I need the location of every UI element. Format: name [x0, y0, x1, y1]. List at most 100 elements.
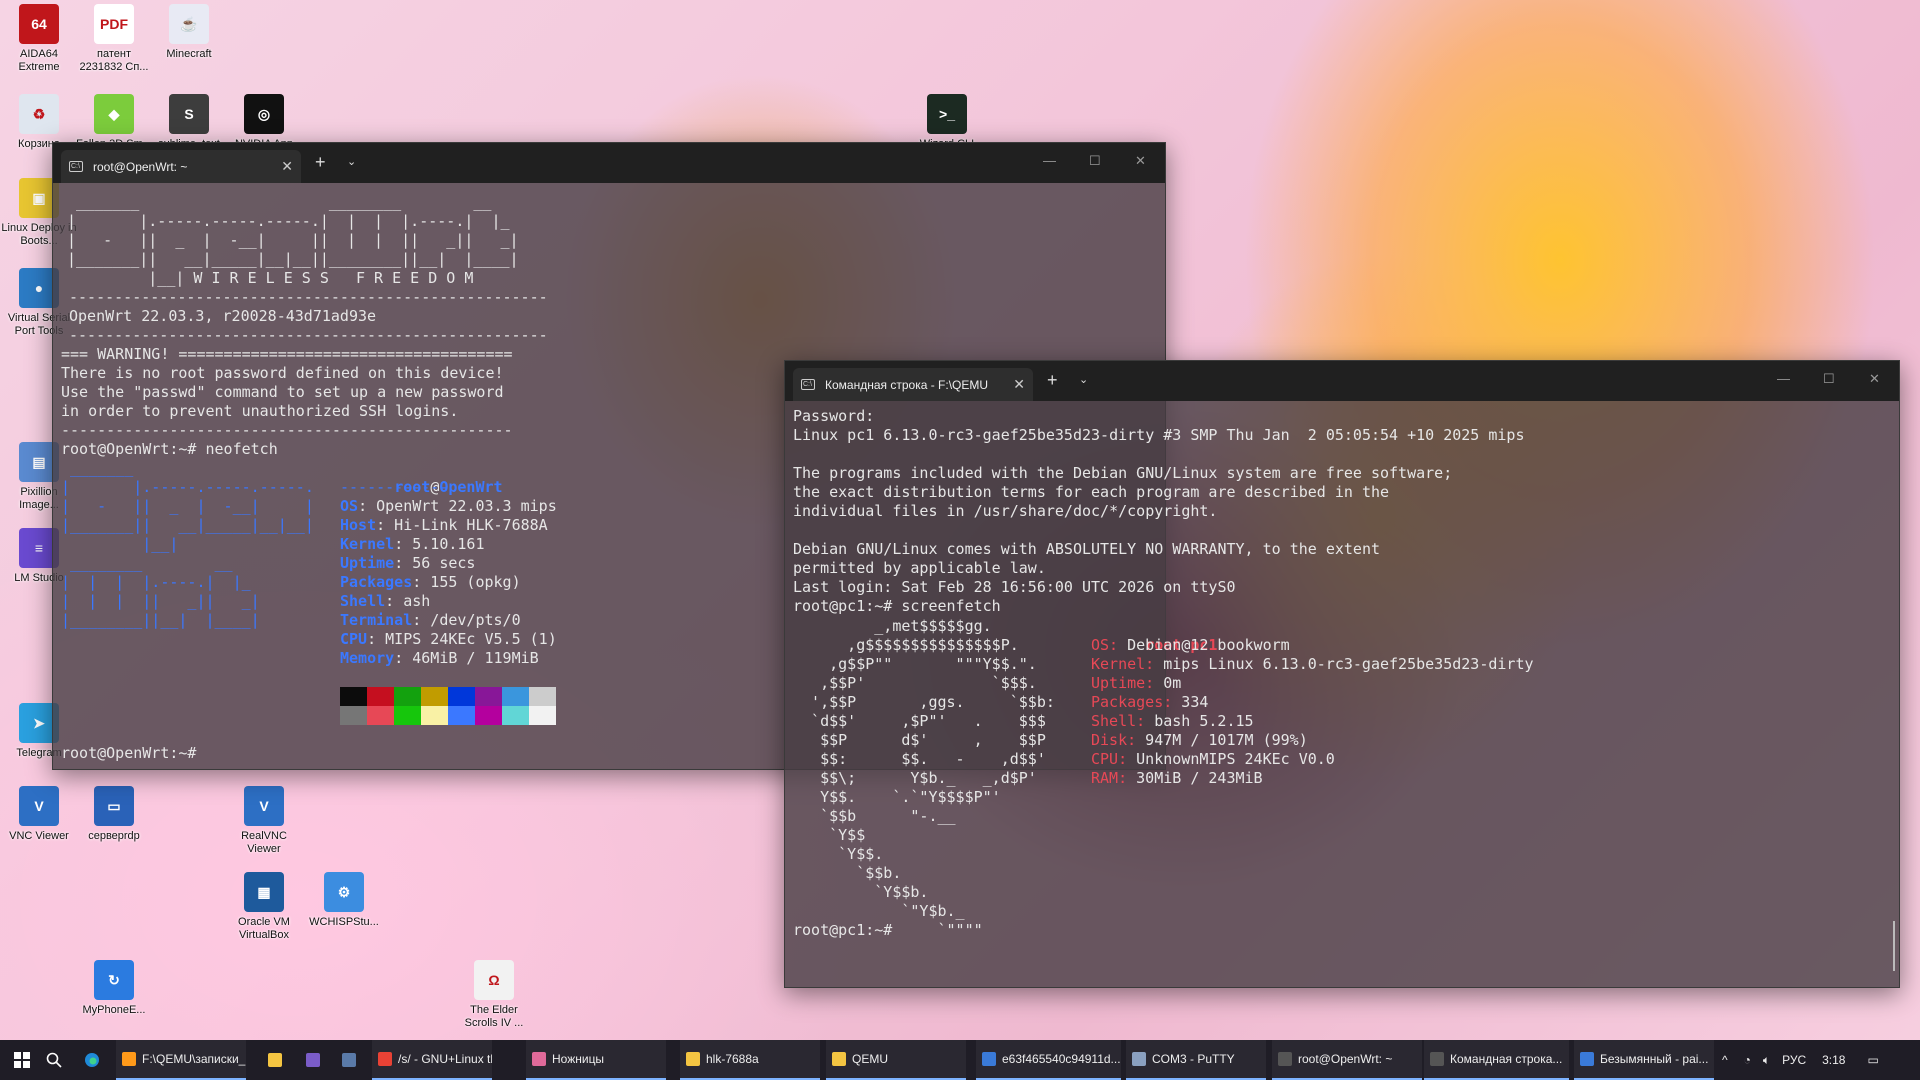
taskbar-item[interactable]: Командная строка... — [1424, 1040, 1569, 1080]
language-indicator[interactable]: РУС — [1782, 1053, 1806, 1067]
taskbar-item[interactable]: Ножницы — [526, 1040, 666, 1080]
desktop-icon[interactable]: V VNC Viewer — [0, 786, 78, 843]
desktop-icon[interactable]: ☕ Minecraft — [150, 4, 228, 61]
banner-line: | - || _ | -__| || | | || _|| _| — [67, 231, 519, 249]
neofetch-host: OpenWrt — [439, 478, 503, 496]
info-value: 30MiB / 243MiB — [1127, 769, 1263, 787]
color-swatch — [340, 687, 367, 706]
banner-line: _______ ________ __ — [67, 193, 492, 211]
output-line: the exact distribution terms for each pr… — [793, 483, 1390, 501]
taskbar-item[interactable] — [300, 1040, 326, 1080]
logo-line: |_______|| __|_____|__|__| — [61, 516, 314, 534]
logo-line: | | | || _|| _| — [61, 592, 260, 610]
desktop-icon[interactable]: V RealVNC Viewer — [225, 786, 303, 856]
taskbar-item-label: /s/ - GNU+Linux th... — [398, 1052, 492, 1066]
taskbar-item[interactable]: e63f465540c94911d... — [976, 1040, 1121, 1080]
windows-start-icon[interactable] — [14, 1052, 30, 1068]
notifications-icon[interactable]: ▭ — [1867, 1053, 1878, 1067]
desktop-icon[interactable]: 64 AIDA64 Extreme — [0, 4, 78, 74]
info-row: Memory: 46MiB / 119MiB — [340, 649, 557, 668]
desktop-icon[interactable]: ▦ Oracle VM VirtualBox — [225, 872, 303, 942]
maximize-button[interactable]: ☐ — [1089, 153, 1101, 169]
taskbar-item[interactable]: root@OpenWrt: ~ — [1272, 1040, 1422, 1080]
color-swatch — [421, 706, 448, 725]
logo-line: | | | |.----.| |_ — [61, 573, 251, 591]
color-swatch — [394, 687, 421, 706]
info-row: Kernel: mips Linux 6.13.0-rc3-gaef25be35… — [1091, 655, 1534, 674]
new-tab-button[interactable]: + — [315, 152, 326, 173]
logo-line: $$: $$. - ,d$$' — [793, 750, 1046, 768]
terminal-icon: C:\ — [801, 379, 815, 390]
virtualbox-icon: ▦ — [244, 872, 284, 912]
tab-dropdown-button[interactable]: ⌄ — [347, 155, 356, 168]
logo-line: $$P d$' , $$P — [793, 731, 1046, 749]
info-row: OS: OpenWrt 22.03.3 mips — [340, 497, 557, 516]
taskbar-item[interactable]: COM3 - PuTTY — [1126, 1040, 1266, 1080]
tab-close-icon[interactable]: ✕ — [281, 158, 293, 175]
network-icon[interactable]: ◔ — [1744, 1053, 1751, 1067]
image-viewer-icon — [982, 1052, 996, 1066]
banner-rule-bottom: ----------------------------------------… — [69, 326, 548, 344]
neofetch-info: OS: OpenWrt 22.03.3 mips Host: Hi-Link HL… — [340, 497, 557, 668]
volume-icon[interactable]: 🔈︎ — [1763, 1053, 1770, 1068]
taskbar-item[interactable] — [336, 1040, 362, 1080]
info-value: 0m — [1154, 674, 1182, 692]
edge-icon[interactable] — [84, 1052, 100, 1068]
color-swatch — [475, 706, 502, 725]
java-icon: ☕ — [169, 4, 209, 44]
banner-line: |__| W I R E L E S S F R E E D O M — [67, 269, 474, 287]
tab-dropdown-button[interactable]: ⌄ — [1079, 373, 1088, 386]
openwrt-tab[interactable]: C:\ root@OpenWrt: ~ ✕ — [61, 150, 301, 183]
new-tab-button[interactable]: + — [1047, 370, 1058, 391]
taskbar-item[interactable]: QEMU — [826, 1040, 966, 1080]
putty-icon — [1132, 1052, 1146, 1066]
minimize-button[interactable]: — — [1043, 153, 1056, 168]
openwrt-version: OpenWrt 22.03.3, r20028-43d71ad93e — [69, 307, 377, 325]
search-icon[interactable] — [46, 1052, 62, 1068]
logo-line: `Y$$b. — [793, 883, 929, 901]
color-swatch — [448, 687, 475, 706]
close-window-button[interactable]: ✕ — [1135, 153, 1146, 169]
maximize-button[interactable]: ☐ — [1823, 371, 1835, 387]
warning-line: === WARNING! ===========================… — [61, 345, 513, 363]
close-window-button[interactable]: ✕ — [1869, 371, 1880, 387]
openwrt-tab-title: root@OpenWrt: ~ — [93, 159, 188, 174]
taskbar-item[interactable]: /s/ - GNU+Linux th... — [372, 1040, 492, 1080]
clock[interactable]: 3:18 — [1822, 1053, 1845, 1067]
info-key: OS — [340, 497, 359, 515]
tray-chevron-icon[interactable]: ^ — [1722, 1053, 1728, 1067]
scrollbar-thumb[interactable] — [1893, 921, 1895, 971]
taskbar-item[interactable]: hlk-7688a — [680, 1040, 820, 1080]
qemu-terminal-body[interactable]: Password: Linux pc1 6.13.0-rc3-gaef25be35… — [785, 401, 1899, 987]
info-key: Shell: — [1091, 712, 1146, 730]
minimize-button[interactable]: — — [1777, 371, 1790, 386]
info-value: : 56 secs — [394, 554, 476, 572]
info-key: Shell — [340, 592, 386, 610]
folder-icon — [268, 1053, 282, 1067]
qemu-terminal-window[interactable]: C:\ Командная строка - F:\QEMU ✕ + ⌄ — ☐… — [784, 360, 1900, 988]
logo-line: `"Y$b._ — [793, 902, 965, 920]
color-swatch — [502, 706, 529, 725]
info-value: : 155 (opkg) — [412, 573, 521, 591]
desktop-icon[interactable]: ▭ серверrdp — [75, 786, 153, 843]
info-key: OS: — [1091, 636, 1119, 654]
info-key: Kernel — [340, 535, 395, 553]
qemu-tab[interactable]: C:\ Командная строка - F:\QEMU ✕ — [793, 368, 1033, 401]
desktop-icon[interactable]: Ω The Elder Scrolls IV ... — [455, 960, 533, 1030]
logo-line: ,g$$$$$$$$$$$$$$$P. — [793, 636, 1019, 654]
taskbar-item[interactable] — [262, 1040, 288, 1080]
chrome-icon — [378, 1052, 392, 1066]
logo-line: |__| — [61, 535, 179, 553]
taskbar-item[interactable]: F:\QEMU\записки_... — [116, 1040, 246, 1080]
taskbar-item[interactable]: Безымянный - pai... — [1574, 1040, 1714, 1080]
tab-close-icon[interactable]: ✕ — [1013, 376, 1025, 393]
info-key: Uptime: — [1091, 674, 1155, 692]
desktop-icon-label: Oracle VM VirtualBox — [238, 916, 290, 941]
logo-line: Y$$. `.`"Y$$$$P"' — [793, 788, 1001, 806]
desktop-icon[interactable]: ⚙ WCHISPStu... — [305, 872, 383, 929]
info-value: : MIPS 24KEc V5.5 (1) — [367, 630, 557, 648]
desktop-icon[interactable]: PDF патент 2231832 Сп... — [75, 4, 153, 74]
desktop-icon[interactable]: ↻ MyPhoneE... — [75, 960, 153, 1017]
eclipse-icon — [306, 1053, 320, 1067]
